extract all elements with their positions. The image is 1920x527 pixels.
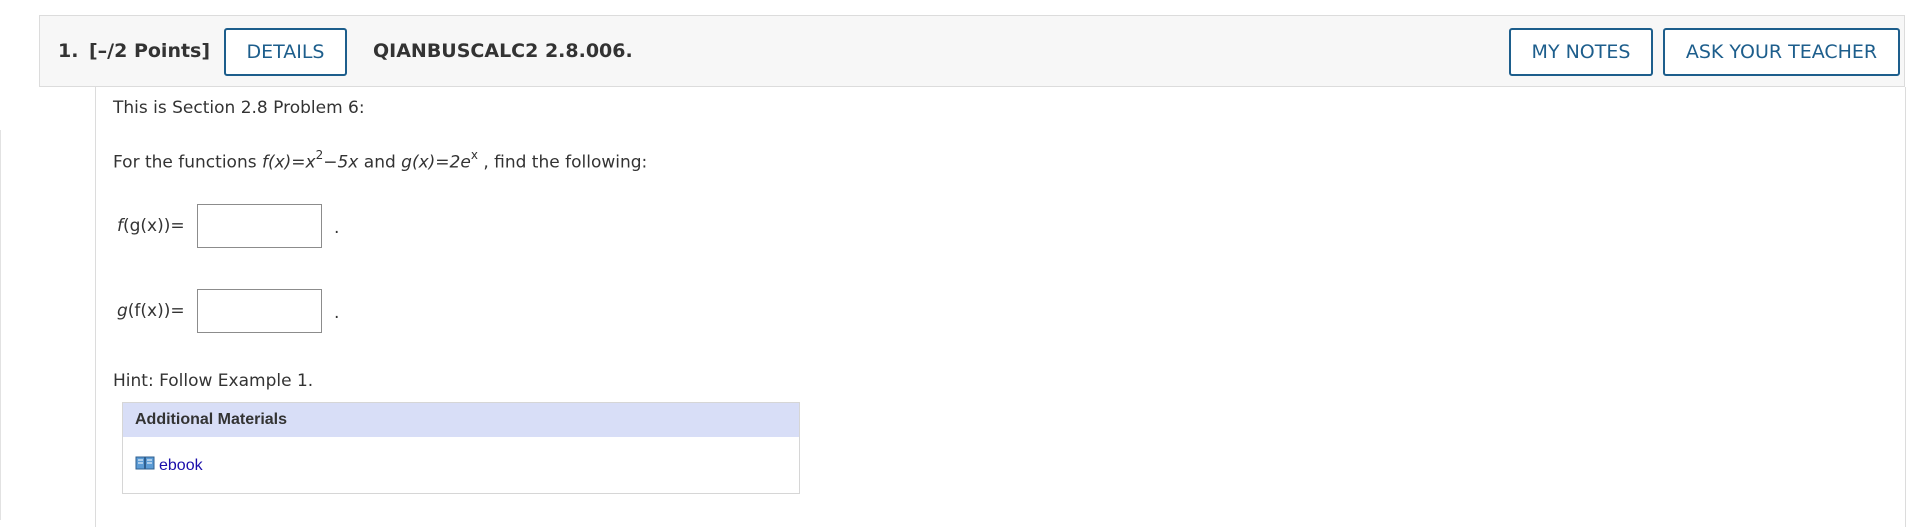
hint-text: Hint: Follow Example 1. [113, 371, 314, 391]
left-edge-line [0, 130, 1, 520]
problem-statement: For the functions f(x)=x2−5x and g(x)=2e… [113, 148, 648, 173]
question-points: [–/2 Points] [89, 40, 211, 62]
answer2-period: . [334, 303, 340, 323]
question-number: 1. [58, 40, 79, 62]
answer2-label: g(f(x))= [117, 301, 185, 321]
answer2-input[interactable] [197, 289, 322, 333]
ebook-link[interactable]: ebook [159, 457, 203, 475]
f-definition: f(x)=x [261, 152, 316, 173]
question-page: 1. [–/2 Points] DETAILS QIANBUSCALC2 2.8… [0, 0, 1920, 527]
and-word: and [358, 152, 402, 173]
ebook-row[interactable]: ebook [135, 455, 203, 476]
ask-teacher-button[interactable]: ASK YOUR TEACHER [1663, 28, 1900, 76]
f-exponent: 2 [315, 148, 324, 162]
problem-intro: This is Section 2.8 Problem 6: [113, 98, 365, 118]
g-exponent: x [470, 148, 478, 162]
answer1-period: . [334, 218, 340, 238]
answer2-label-rest: (f(x))= [127, 301, 185, 321]
my-notes-button[interactable]: MY NOTES [1509, 28, 1653, 76]
answer1-label-rest: (g(x))= [123, 216, 185, 236]
details-button[interactable]: DETAILS [224, 28, 347, 76]
g-definition: g(x)=2e [401, 152, 471, 173]
answer1-label: f(g(x))= [117, 216, 185, 236]
book-icon [135, 455, 155, 476]
question-header: 1. [–/2 Points] DETAILS QIANBUSCALC2 2.8… [39, 15, 1905, 87]
additional-materials-title: Additional Materials [123, 403, 799, 437]
functions-prefix: For the functions [113, 152, 262, 173]
functions-suffix: , find the following: [477, 152, 648, 173]
answer2-label-g: g [117, 301, 128, 321]
question-code: QIANBUSCALC2 2.8.006. [373, 40, 633, 62]
additional-materials-panel: Additional Materials ebook [122, 402, 800, 494]
f-tail: −5x [323, 152, 359, 173]
answer1-input[interactable] [197, 204, 322, 248]
